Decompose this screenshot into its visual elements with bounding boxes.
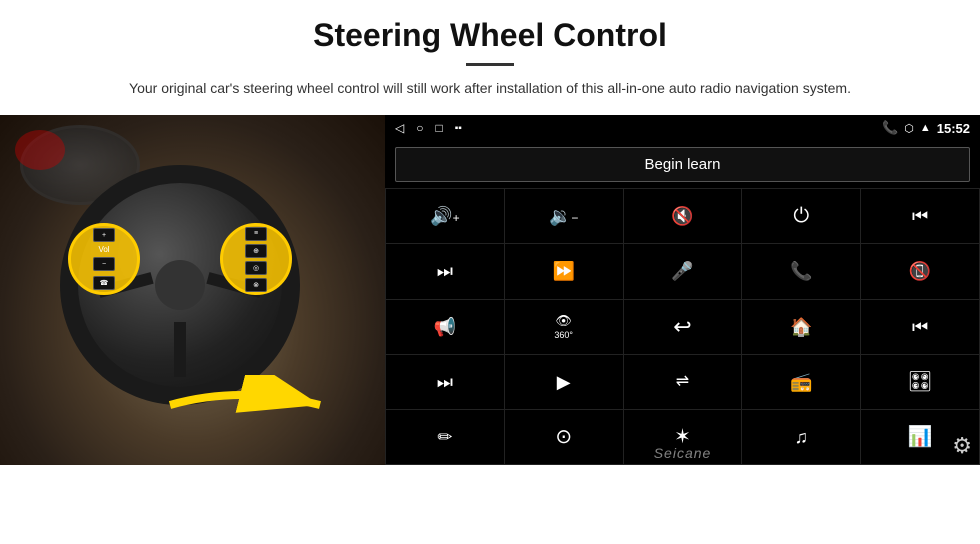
page-subtitle: Your original car's steering wheel contr… [129, 78, 851, 99]
view-360-icon: 👁360° [554, 314, 573, 340]
skip-fwd-icon: ⏭ [437, 373, 453, 391]
prev-track-icon: ⏮ [912, 207, 928, 225]
mute-button[interactable]: 🔇 [624, 189, 742, 243]
bluetooth-button[interactable]: ✶ [624, 410, 742, 464]
call-icon: 📞 [790, 262, 812, 280]
mute-icon: 🔇 [671, 207, 693, 225]
vol-up-icon: 🔊+ [430, 207, 459, 225]
settings-sliders-button[interactable]: 🎛 [861, 355, 979, 409]
navigate-button[interactable]: ▶ [505, 355, 623, 409]
location-icon: ⬡ [904, 122, 914, 135]
sw-btn-seek: ⊕ [245, 244, 267, 258]
mic-button[interactable]: 🎤 [624, 244, 742, 298]
radio-icon: 📻 [790, 373, 812, 391]
power-button[interactable]: ⏻ [742, 189, 860, 243]
music-icon: ♫ [795, 428, 809, 446]
settings-sliders-icon: 🎛 [907, 372, 932, 392]
end-call-icon: 📵 [909, 262, 931, 280]
left-buttons: + Vol − ☎ [93, 228, 115, 290]
content-row: + Vol − ☎ ≡ ⊕ ◎ ⊗ [0, 115, 980, 465]
button-group-left: + Vol − ☎ [68, 223, 140, 295]
edit-icon: ✏ [437, 428, 452, 446]
begin-learn-button[interactable]: Begin learn [395, 147, 970, 182]
skip-fwd-button[interactable]: ⏭ [386, 355, 504, 409]
back-nav-button[interactable]: ↩ [624, 300, 742, 354]
horn-button[interactable]: 📢 [386, 300, 504, 354]
signal-icon: ▪▪ [455, 123, 462, 134]
home-icon: 🏠 [790, 318, 812, 336]
sw-btn-ok: ◎ [245, 261, 267, 275]
yellow-arrow [160, 375, 340, 435]
vol-down-button[interactable]: 🔉− [505, 189, 623, 243]
begin-learn-row: Begin learn [385, 141, 980, 188]
phone-status-icon: 📞 [882, 120, 898, 136]
call-button[interactable]: 📞 [742, 244, 860, 298]
equalizer-icon: 📊 [908, 427, 933, 447]
prev-track-button[interactable]: ⏮ [861, 189, 979, 243]
home-circle-icon[interactable]: ○ [416, 121, 423, 135]
page-container: Steering Wheel Control Your original car… [0, 0, 980, 544]
sw-btn-mode: ≡ [245, 227, 267, 241]
square-icon[interactable]: □ [435, 121, 442, 135]
time-display: 15:52 [937, 121, 970, 136]
sw-btn-minus: − [93, 257, 115, 271]
title-divider [466, 63, 514, 66]
fast-forward-button[interactable]: ⏩ [505, 244, 623, 298]
vol-down-icon: 🔉− [549, 207, 578, 225]
car-background: + Vol − ☎ ≡ ⊕ ◎ ⊗ [0, 115, 385, 465]
navigate-icon: ▶ [557, 373, 571, 391]
mic-icon: 🎤 [671, 262, 693, 280]
indicator-light [15, 130, 65, 170]
home-button[interactable]: 🏠 [742, 300, 860, 354]
button-group-right: ≡ ⊕ ◎ ⊗ [220, 223, 292, 295]
circle-btn-button[interactable]: ⊙ [505, 410, 623, 464]
eq-icon: ⇌ [676, 374, 689, 390]
sw-btn-plus: + [93, 228, 115, 242]
sw-btn-call: ☎ [93, 276, 115, 290]
view-360-button[interactable]: 👁360° [505, 300, 623, 354]
next-track-button[interactable]: ⏭ [386, 244, 504, 298]
bluetooth-icon: ✶ [674, 427, 691, 447]
right-buttons: ≡ ⊕ ◎ ⊗ [245, 227, 267, 292]
skip-back-button[interactable]: ⏮ [861, 300, 979, 354]
back-nav-icon: ↩ [673, 316, 691, 338]
steering-wheel-panel: + Vol − ☎ ≡ ⊕ ◎ ⊗ [0, 115, 385, 465]
page-title: Steering Wheel Control [313, 18, 667, 53]
end-call-button[interactable]: 📵 [861, 244, 979, 298]
radio-button[interactable]: 📻 [742, 355, 860, 409]
fast-forward-icon: ⏩ [552, 262, 574, 280]
horn-icon: 📢 [434, 318, 456, 336]
vol-up-button[interactable]: 🔊+ [386, 189, 504, 243]
back-arrow-icon[interactable]: ◁ [395, 121, 404, 135]
next-track-icon: ⏭ [437, 262, 453, 280]
sw-center [155, 260, 205, 310]
sw-btn-back: ⊗ [245, 278, 267, 292]
sw-label-vol: Vol [98, 245, 109, 254]
status-right: 📞 ⬡ ▲ 15:52 [882, 120, 970, 136]
power-icon: ⏻ [793, 206, 809, 226]
music-button[interactable]: ♫ [742, 410, 860, 464]
gear-settings-icon[interactable]: ⚙ [952, 433, 972, 459]
eq-button[interactable]: ⇌ [624, 355, 742, 409]
android-control-panel: ◁ ○ □ ▪▪ 📞 ⬡ ▲ 15:52 Begin learn [385, 115, 980, 465]
icon-grid: 🔊+ 🔉− 🔇 ⏻ ⏮ ⏭ ⏩ [385, 188, 980, 465]
status-left: ◁ ○ □ ▪▪ [395, 121, 462, 135]
edit-button[interactable]: ✏ [386, 410, 504, 464]
wifi-icon: ▲ [920, 122, 931, 134]
sw-spoke-bottom [174, 322, 186, 377]
status-bar: ◁ ○ □ ▪▪ 📞 ⬡ ▲ 15:52 [385, 115, 980, 141]
skip-back-icon: ⏮ [912, 318, 928, 336]
circle-btn-icon: ⊙ [555, 427, 572, 447]
